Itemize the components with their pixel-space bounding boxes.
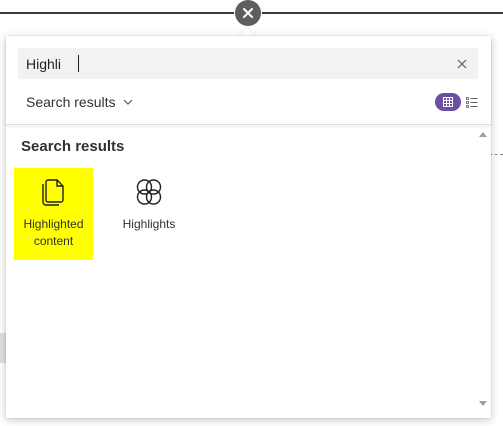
text-caret (78, 55, 79, 72)
results-tiles: Highlighted content Highlights (14, 168, 193, 260)
chevron-down-icon (124, 99, 133, 105)
panel-header: Search results (6, 36, 491, 125)
tile-label: Highlighted content (23, 217, 84, 248)
background-dashed-line (489, 154, 503, 157)
scroll-down-arrow-icon[interactable] (479, 401, 487, 406)
clear-search-button[interactable] (452, 54, 472, 74)
search-input[interactable] (26, 48, 446, 79)
close-icon (243, 8, 253, 18)
result-tile-highlighted-content[interactable]: Highlighted content (14, 168, 93, 260)
list-icon (466, 96, 478, 108)
grid-icon (443, 97, 453, 107)
results-filter-dropdown[interactable]: Search results (26, 91, 133, 113)
results-heading: Search results (21, 138, 125, 155)
document-stack-icon (40, 176, 68, 208)
scroll-up-arrow-icon[interactable] (479, 132, 487, 137)
view-toggle (435, 93, 479, 111)
result-tile-highlights[interactable]: Highlights (105, 168, 193, 260)
grid-view-button[interactable] (435, 93, 461, 111)
highlights-petals-icon (133, 176, 165, 208)
tile-label: Highlights (122, 217, 176, 231)
results-scrollbar[interactable] (475, 126, 491, 416)
web-part-picker-panel: Search results Search res (6, 36, 491, 418)
list-view-button[interactable] (465, 95, 479, 109)
clear-icon (457, 59, 467, 69)
close-panel-button[interactable] (235, 0, 261, 26)
filter-label: Search results (26, 94, 116, 110)
search-box (18, 48, 478, 79)
